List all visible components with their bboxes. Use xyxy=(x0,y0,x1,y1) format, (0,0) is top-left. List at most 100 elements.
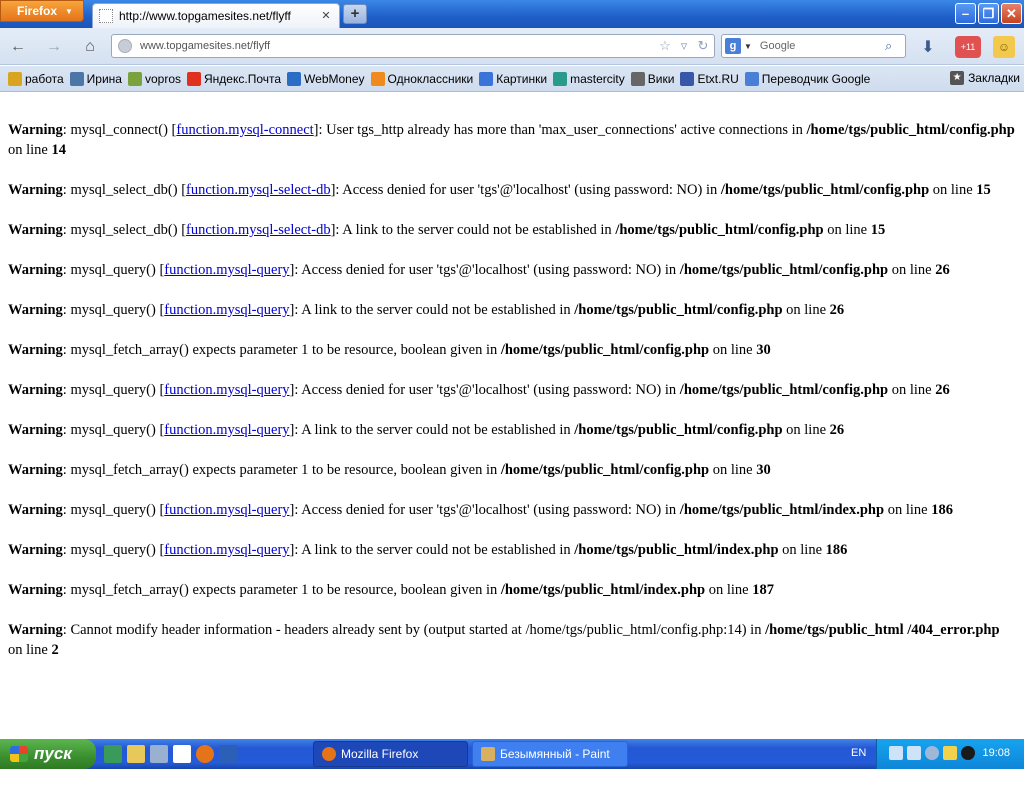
question-icon xyxy=(127,71,142,86)
weather-addon-icon[interactable]: +11 xyxy=(955,36,981,58)
firefox-icon[interactable] xyxy=(196,745,214,763)
search-bar[interactable]: g ▼ Google ⌕ xyxy=(721,34,906,58)
document-icon[interactable] xyxy=(150,745,168,763)
bookmark-item[interactable]: vopros xyxy=(127,71,181,86)
bookmark-item[interactable]: WebMoney xyxy=(287,71,365,86)
back-arrow-icon[interactable]: ← xyxy=(8,37,28,57)
browser-tab[interactable]: http://www.topgamesites.net/flyff ✕ xyxy=(92,3,340,28)
file-path: /home/tgs/public_html/index.php xyxy=(500,582,706,598)
php-warning: Warning: mysql_select_db() [function.mys… xyxy=(8,180,1016,200)
bookmark-item[interactable]: Переводчик Google xyxy=(744,71,870,86)
search-engine-dropdown-icon[interactable]: ▼ xyxy=(744,42,752,51)
dropdown-arrow-icon: ▼ xyxy=(65,6,73,16)
bookmark-item[interactable]: Картинки xyxy=(479,71,548,86)
task-label: Mozilla Firefox xyxy=(341,747,419,761)
warning-label: Warning xyxy=(8,422,63,438)
function-doc-link[interactable]: function.mysql-select-db xyxy=(186,222,331,238)
language-indicator[interactable]: EN xyxy=(851,747,866,759)
function-doc-link[interactable]: function.mysql-query xyxy=(164,262,289,278)
desktop-icon[interactable] xyxy=(104,745,122,763)
warning-text: ]: A link to the server could not be est… xyxy=(330,222,616,238)
warning-label: Warning xyxy=(8,542,63,558)
addon-menu-icon[interactable]: ☺ xyxy=(993,36,1015,58)
warning-text: ]: Access denied for user 'tgs'@'localho… xyxy=(289,382,680,398)
warning-text: on line xyxy=(705,582,753,598)
warning-text: : mysql_query() [ xyxy=(62,542,165,558)
etxt-icon xyxy=(680,71,695,86)
warning-label: Warning xyxy=(8,222,63,238)
bookmark-item[interactable]: Вики xyxy=(630,71,674,86)
line-number: 15 xyxy=(870,222,886,238)
yandex-icon xyxy=(187,71,202,86)
bookmark-item[interactable]: Яндекс.Почта xyxy=(187,71,282,86)
search-input[interactable]: Google xyxy=(760,40,885,52)
warning-text: : mysql_query() [ xyxy=(62,502,165,518)
bookmark-label: Картинки xyxy=(496,71,548,86)
file-path: /home/tgs/public_html/config.php xyxy=(574,422,783,438)
start-button[interactable]: пуск xyxy=(0,739,96,769)
file-path: /home/tgs/public_html/config.php xyxy=(679,262,889,278)
antivirus-icon[interactable] xyxy=(961,746,975,760)
folder-icon[interactable] xyxy=(127,745,145,763)
download-arrow-icon[interactable]: ⬇ xyxy=(918,37,938,57)
bookmark-star-icon[interactable]: ☆ xyxy=(657,38,673,54)
history-dropdown-icon[interactable]: ▿ xyxy=(676,38,692,54)
bookmark-item[interactable]: Etxt.RU xyxy=(680,71,739,86)
warning-text: on line xyxy=(782,422,830,438)
firefox-menu-button[interactable]: Firefox ▼ xyxy=(0,0,84,22)
function-doc-link[interactable]: function.mysql-query xyxy=(164,542,289,558)
function-doc-link[interactable]: function.mysql-query xyxy=(164,302,289,318)
address-bar[interactable]: www.topgamesites.net/flyff ☆ ▿ ↻ xyxy=(111,34,715,58)
line-number: 26 xyxy=(935,262,950,278)
warning-label: Warning xyxy=(8,502,63,518)
url-text[interactable]: www.topgamesites.net/flyff xyxy=(140,40,657,52)
warning-label: Warning xyxy=(8,182,63,198)
tray-app-icon[interactable] xyxy=(943,746,957,760)
warning-text: ]: Access denied for user 'tgs'@'localho… xyxy=(330,182,721,198)
warning-label: Warning xyxy=(8,262,63,278)
system-tray: 19:08 xyxy=(876,739,1024,769)
network-icon[interactable] xyxy=(889,746,903,760)
close-tab-icon[interactable]: ✕ xyxy=(319,9,333,23)
file-path: /home/tgs/public_html/config.php xyxy=(500,342,710,358)
taskbar-item-firefox[interactable]: Mozilla Firefox xyxy=(313,741,468,767)
reload-icon[interactable]: ↻ xyxy=(695,38,711,54)
php-warning: Warning: mysql_fetch_array() expects par… xyxy=(8,580,1016,600)
maximize-button[interactable]: ❐ xyxy=(978,3,999,24)
bookmark-item[interactable]: работа xyxy=(8,71,64,86)
home-icon[interactable]: ⌂ xyxy=(80,37,100,57)
bookmark-item[interactable]: mastercity xyxy=(553,71,625,86)
line-number: 30 xyxy=(756,462,771,478)
network-icon[interactable] xyxy=(907,746,921,760)
taskbar-item-paint[interactable]: Безымянный - Paint xyxy=(472,741,628,767)
minimize-button[interactable]: – xyxy=(955,3,976,24)
warning-text: ]: A link to the server could not be est… xyxy=(289,302,575,318)
vk-icon xyxy=(69,71,84,86)
word-icon[interactable] xyxy=(219,745,237,763)
warning-label: Warning xyxy=(8,342,63,358)
close-window-button[interactable]: ✕ xyxy=(1001,3,1022,24)
navigation-bar: ← → ⌂ www.topgamesites.net/flyff ☆ ▿ ↻ g… xyxy=(0,28,1024,65)
quick-launch xyxy=(104,745,242,763)
title-bar: Firefox ▼ http://www.topgamesites.net/fly… xyxy=(0,0,1024,28)
function-doc-link[interactable]: function.mysql-select-db xyxy=(186,182,331,198)
forward-arrow-icon[interactable]: → xyxy=(44,37,64,57)
warning-text: : mysql_query() [ xyxy=(62,302,165,318)
function-doc-link[interactable]: function.mysql-query xyxy=(164,382,289,398)
bookmark-item[interactable]: Одноклассники xyxy=(370,71,473,86)
bookmarks-menu-button[interactable]: ★ Закладки xyxy=(950,71,1020,85)
warning-text: ]: A link to the server could not be est… xyxy=(289,422,575,438)
firefox-icon xyxy=(322,747,336,761)
warning-text: : mysql_select_db() [ xyxy=(62,182,187,198)
speaker-icon[interactable] xyxy=(925,746,939,760)
bookmark-item[interactable]: Ирина xyxy=(69,71,122,86)
function-doc-link[interactable]: function.mysql-query xyxy=(164,422,289,438)
function-doc-link[interactable]: function.mysql-connect xyxy=(176,122,313,138)
function-doc-link[interactable]: function.mysql-query xyxy=(164,502,289,518)
new-tab-button[interactable]: + xyxy=(343,4,367,24)
search-icon[interactable]: ⌕ xyxy=(885,38,901,54)
bookmark-label: Яндекс.Почта xyxy=(204,71,282,86)
warning-label: Warning xyxy=(8,582,63,598)
google-icon[interactable]: g xyxy=(725,38,741,54)
window-icon[interactable] xyxy=(173,745,191,763)
